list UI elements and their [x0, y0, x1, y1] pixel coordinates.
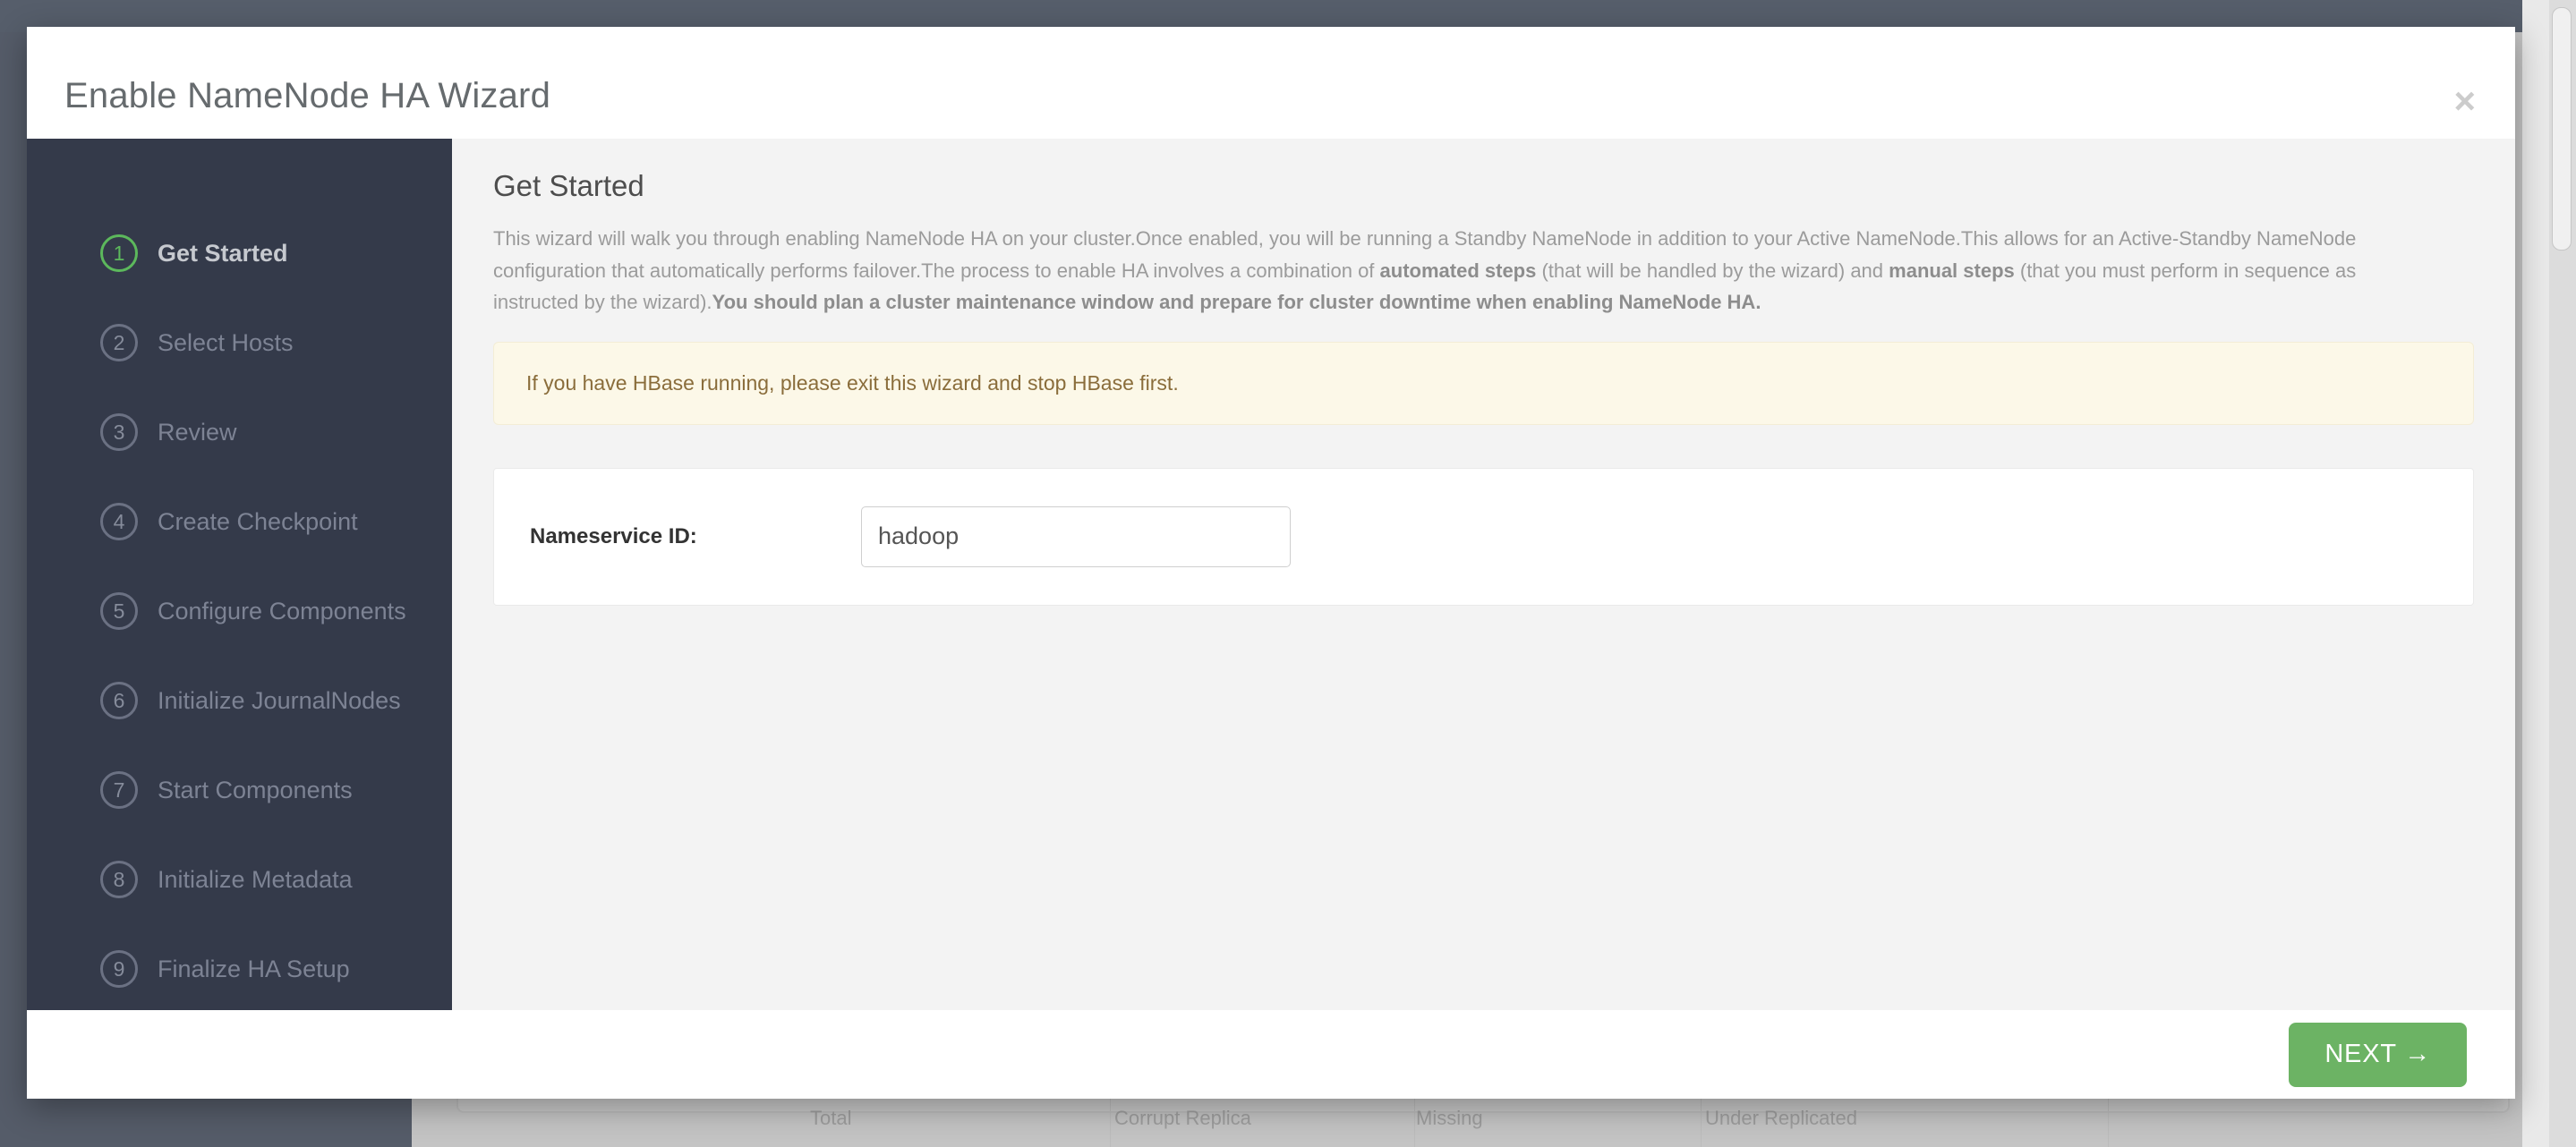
wizard-step-configure-components[interactable]: 5 Configure Components [27, 566, 452, 656]
nameservice-id-input[interactable] [861, 506, 1291, 567]
page-scrollbar[interactable] [2549, 0, 2576, 1147]
wizard-step-review[interactable]: 3 Review [27, 387, 452, 477]
enable-namenode-ha-wizard-modal: Enable NameNode HA Wizard × 1 Get Starte… [27, 27, 2515, 1099]
background-column-missing: Missing [1416, 1107, 1483, 1129]
step-number-badge: 8 [100, 861, 138, 898]
step-number-badge: 2 [100, 324, 138, 361]
wizard-main-panel: Get Started This wizard will walk you th… [452, 139, 2515, 1010]
step-label: Finalize HA Setup [158, 955, 350, 982]
step-label: Create Checkpoint [158, 507, 358, 535]
close-icon[interactable]: × [2448, 82, 2481, 120]
wizard-step-finalize-ha-setup[interactable]: 9 Finalize HA Setup [27, 924, 452, 1014]
wizard-step-create-checkpoint[interactable]: 4 Create Checkpoint [27, 477, 452, 566]
step-number-badge: 6 [100, 682, 138, 719]
step-number-badge: 9 [100, 950, 138, 988]
background-column-corrupt-replica: Corrupt Replica [1114, 1107, 1251, 1129]
step-label: Review [158, 418, 237, 446]
step-label: Get Started [158, 239, 288, 267]
wizard-step-initialize-journalnodes[interactable]: 6 Initialize JournalNodes [27, 656, 452, 745]
intro-text-part2: (that will be handled by the wizard) and [1536, 259, 1889, 282]
hbase-warning-alert: If you have HBase running, please exit t… [493, 341, 2474, 425]
step-label: Select Hosts [158, 328, 294, 356]
nameservice-form-card: Nameservice ID: [493, 467, 2474, 606]
intro-bold-maintenance-window: You should plan a cluster maintenance wi… [712, 291, 1761, 314]
next-button[interactable]: NEXT → [2289, 1022, 2467, 1087]
wizard-steps-sidebar: 1 Get Started 2 Select Hosts 3 Review 4 … [27, 139, 452, 1010]
intro-bold-manual-steps: manual steps [1889, 259, 2015, 282]
step-label: Start Components [158, 776, 353, 803]
intro-paragraph: This wizard will walk you through enabli… [493, 223, 2444, 319]
wizard-step-initialize-metadata[interactable]: 8 Initialize Metadata [27, 835, 452, 924]
intro-bold-automated-steps: automated steps [1379, 259, 1537, 282]
step-label: Configure Components [158, 597, 406, 624]
page-title: Get Started [493, 169, 644, 202]
modal-header: Enable NameNode HA Wizard × [27, 27, 2515, 139]
step-number-badge: 5 [100, 592, 138, 630]
wizard-step-get-started[interactable]: 1 Get Started [27, 208, 452, 298]
step-number-badge: 3 [100, 413, 138, 451]
page-scrollbar-thumb[interactable] [2552, 7, 2572, 251]
step-label: Initialize JournalNodes [158, 686, 401, 714]
step-label: Initialize Metadata [158, 865, 353, 893]
modal-body: 1 Get Started 2 Select Hosts 3 Review 4 … [27, 139, 2515, 1010]
background-column-total: Total [810, 1107, 852, 1129]
modal-title: Enable NameNode HA Wizard [64, 76, 551, 115]
nameservice-id-label: Nameservice ID: [530, 523, 697, 548]
background-column-under-replicated: Under Replicated [1705, 1107, 1857, 1129]
step-number-badge: 7 [100, 771, 138, 809]
wizard-step-start-components[interactable]: 7 Start Components [27, 745, 452, 835]
step-number-badge: 4 [100, 503, 138, 540]
wizard-step-select-hosts[interactable]: 2 Select Hosts [27, 298, 452, 387]
modal-footer: NEXT → [27, 1010, 2515, 1099]
step-number-badge: 1 [100, 234, 138, 272]
